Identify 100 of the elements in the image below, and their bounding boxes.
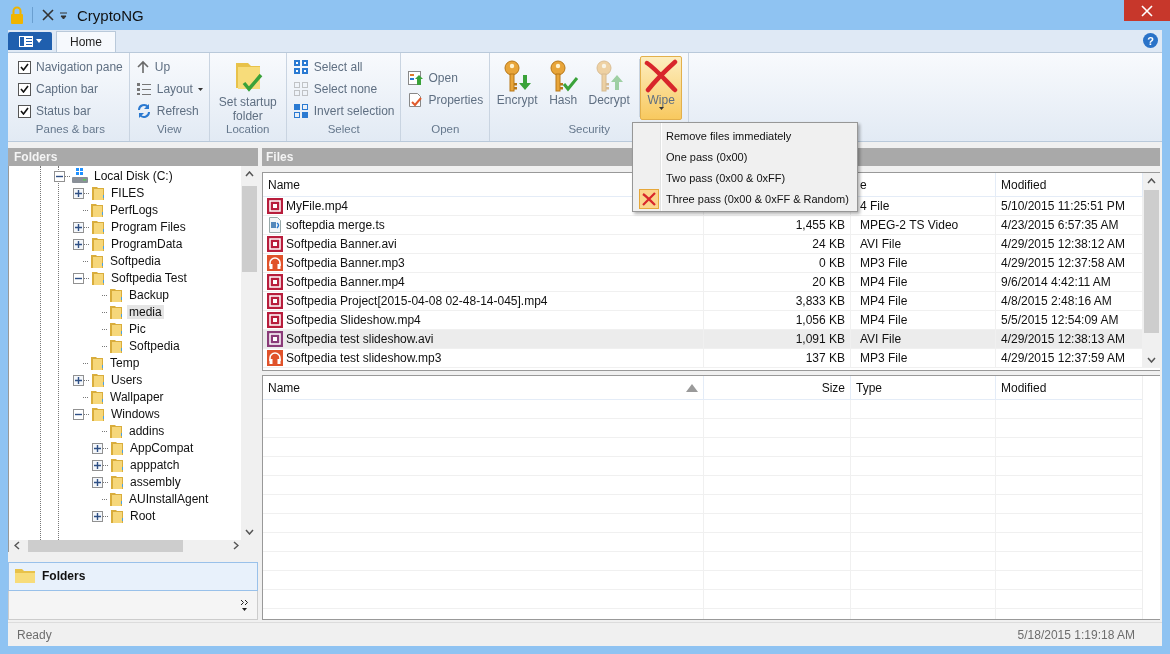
tree-item[interactable]: Softpedia [127,339,182,354]
folder-icon [108,423,124,440]
expand-button[interactable] [73,221,84,233]
tree-item[interactable]: Users [109,373,145,388]
column-header[interactable]: Size [704,376,851,399]
tree-item[interactable]: Softpedia [108,254,163,269]
ribbon-button[interactable]: Set startup folder [215,56,280,120]
ribbon-button[interactable]: Open [407,67,484,89]
tree-item[interactable]: FILES [109,186,147,201]
tree-item[interactable]: AppCompat [128,441,196,456]
sort-arrow-icon [686,383,698,392]
expand-button[interactable] [73,374,84,386]
group-label: Location [225,123,271,137]
ribbon-button[interactable]: Refresh [135,100,203,122]
column-header[interactable]: Type [851,376,996,399]
tree-item[interactable]: Pic [127,322,148,337]
tree-item[interactable]: media [127,305,164,320]
scroll-down-icon[interactable] [245,528,254,535]
scroll-right-icon[interactable] [233,541,239,551]
checkbox[interactable]: Navigation pane [18,56,123,78]
ribbon-button[interactable]: Hash [542,56,585,120]
folder-icon [89,389,105,406]
file-size: 1,455 KB [795,218,845,232]
ribbon-button[interactable]: Wipe [640,56,683,120]
file-row[interactable]: Softpedia Banner.mp3 0 KB MP3 File 4/29/2015 12:37:58 AM [263,254,1143,273]
file-size: 24 KB [812,237,845,251]
close-button[interactable] [1124,0,1170,21]
tree-item[interactable]: Backup [127,288,172,303]
app-menu-button[interactable] [8,32,52,50]
ribbon-button[interactable]: Select all [292,56,395,78]
expand-button[interactable] [92,459,103,471]
close-icon [1141,4,1153,17]
ribbon-button[interactable]: Invert selection [292,100,395,122]
file-row[interactable]: Softpedia Project[2015-04-08 02-48-14-045].mp4 3,833 KB MP4 File 4/8/2015 2:48:16 AM [263,292,1143,311]
file-type: MPEG-2 TS Video [860,218,959,232]
scroll-thumb[interactable] [1144,190,1159,333]
menu-item[interactable]: Remove files immediately [635,125,855,146]
scroll-up-icon[interactable] [245,170,254,177]
tree-item[interactable]: apppatch [128,458,182,473]
tree-item[interactable]: Local Disk (C:) [92,169,175,184]
expand-button[interactable] [92,476,103,488]
folder-icon [90,185,106,202]
file-name: MyFile.mp4 [286,199,348,213]
dropdown-icon[interactable] [60,11,67,19]
collapse-button[interactable] [54,170,65,182]
checkbox[interactable]: Caption bar [18,78,123,100]
file-row[interactable]: Softpedia Banner.mp4 20 KB MP4 File 9/6/2014 4:42:11 AM [263,273,1143,292]
tree-item[interactable]: addins [127,424,167,439]
chevron-icon[interactable] [240,599,249,612]
list-icon [135,82,152,96]
tree-item[interactable]: Windows [109,407,162,422]
tree-item[interactable]: Temp [108,356,142,371]
tree-item[interactable]: ProgramData [109,237,185,252]
scroll-up-icon[interactable] [1147,178,1156,184]
expand-button[interactable] [92,510,103,522]
collapse-button[interactable] [73,272,84,284]
plus-icon [75,189,82,197]
ribbon-button[interactable]: Up [135,56,203,78]
file-row[interactable]: Softpedia test slideshow.avi 1,091 KB AVI File 4/29/2015 12:38:13 AM [263,330,1143,349]
menu-item[interactable]: One pass (0x00) [635,146,855,167]
tree-item[interactable]: Softpedia Test [109,271,189,286]
video-file-icon [267,293,283,309]
scroll-thumb[interactable] [242,185,257,272]
expand-button[interactable] [73,187,84,199]
headphones-icon [267,350,283,366]
checkbox[interactable]: Status bar [18,100,123,122]
file-type: AVI File [860,237,902,251]
ribbon-button[interactable]: Properties [407,89,484,111]
tree-item[interactable]: Root [128,509,158,524]
file-row[interactable]: softepdia merge.ts 1,455 KB MPEG-2 TS Video 4/23/2015 6:57:35 AM [263,216,1143,235]
tree-item[interactable]: assembly [128,475,183,490]
ribbon-button[interactable]: Layout [135,78,203,100]
file-row[interactable]: Softpedia test slideshow.mp3 137 KB MP3 File 4/29/2015 12:37:59 AM [263,349,1143,368]
file-row[interactable]: Softpedia Banner.avi 24 KB AVI File 4/29/2015 12:38:12 AM [263,235,1143,254]
document-icon [407,92,424,108]
file-name: Softpedia Banner.avi [286,237,397,251]
panel-icon [18,35,33,47]
file-size: 137 KB [805,351,845,365]
expand-button[interactable] [92,442,103,454]
expand-button[interactable] [73,238,84,250]
collapse-button[interactable] [73,408,84,420]
tree-item[interactable]: AUInstallAgent [127,492,211,507]
ribbon-button[interactable]: Encrypt [496,56,539,120]
video-file-icon [267,312,283,328]
scroll-left-icon[interactable] [14,541,20,551]
tree-item[interactable]: Wallpaper [108,390,166,405]
tree-item[interactable]: PerfLogs [108,203,161,218]
file-name: Softpedia Banner.mp3 [286,256,405,270]
column-header[interactable]: Name [263,376,704,399]
navigation-button[interactable]: Folders [8,561,258,592]
scroll-down-icon[interactable] [1147,357,1156,363]
file-type: MP4 File [860,275,908,289]
ribbon-tab[interactable]: Home [56,31,116,52]
grid-icon [292,81,309,97]
file-date: 5/5/2015 12:54:09 AM [1001,313,1119,327]
close-icon[interactable] [41,8,55,22]
caret-icon [35,39,42,43]
tree-item[interactable]: Program Files [109,220,188,235]
help-button[interactable]: ? [1143,33,1158,48]
file-size: 20 KB [812,275,845,289]
